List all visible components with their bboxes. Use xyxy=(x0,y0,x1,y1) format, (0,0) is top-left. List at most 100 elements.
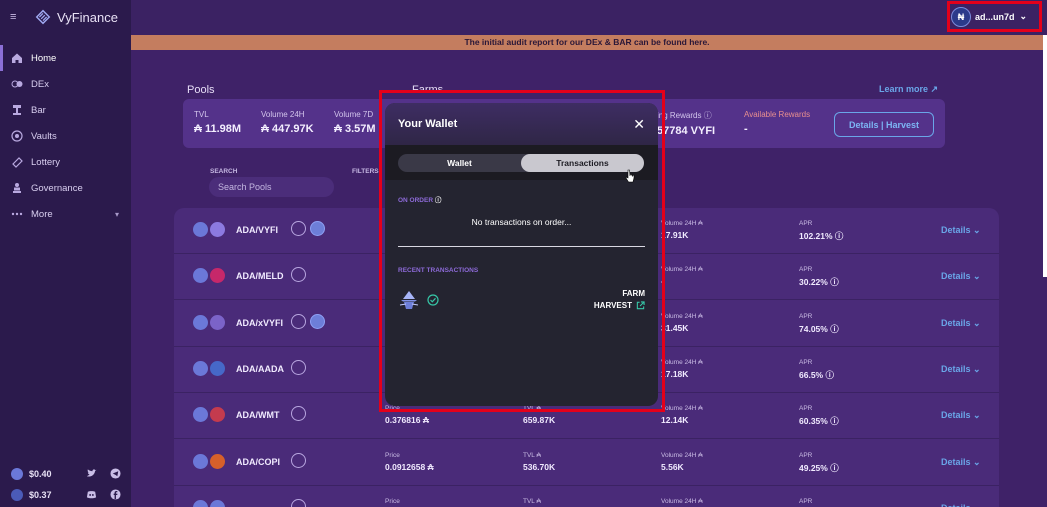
sidebar-item-lottery[interactable]: Lottery xyxy=(0,149,131,175)
volume-label: Volume 24H ₳ xyxy=(661,358,703,366)
pair-name: ADA/MELD xyxy=(236,271,284,282)
pool-badges xyxy=(291,267,306,283)
details-button[interactable]: Details ⌄ xyxy=(941,503,981,507)
more-icon xyxy=(11,212,23,216)
volume-value: 17.91K xyxy=(661,230,689,240)
scrollbar[interactable] xyxy=(1043,35,1047,277)
ada-price-row: $0.37 xyxy=(11,484,121,505)
governance-badge-icon xyxy=(291,359,306,375)
menu-toggle-icon[interactable]: ≡ xyxy=(10,11,20,23)
pair-name: ADA/WMT xyxy=(236,410,280,421)
transaction-action: HARVEST xyxy=(593,301,632,310)
sidebar-item-governance[interactable]: Governance xyxy=(0,175,131,201)
sidebar-item-bar[interactable]: Bar xyxy=(0,97,131,123)
token-icon xyxy=(210,268,225,284)
details-label: Details xyxy=(941,456,971,467)
on-order-text: ON ORDER xyxy=(398,197,434,204)
sidebar-item-label: Bar xyxy=(31,104,46,116)
details-button[interactable]: Details ⌄ xyxy=(941,318,981,329)
apr-value: 102.21% ⓘ xyxy=(799,231,844,241)
sidebar-nav: Home DEx Bar Vaults Lottery Governance M… xyxy=(0,45,131,227)
apr-value: 66.5% ⓘ xyxy=(799,369,834,380)
vyfi-price-row: $0.40 xyxy=(11,463,121,484)
governance-icon xyxy=(13,183,21,193)
details-button[interactable]: Details ⌄ xyxy=(941,364,981,375)
volume-value: 12.14K xyxy=(661,415,689,426)
modal-tabs-bar: Wallet Transactions xyxy=(385,145,658,180)
transaction-row[interactable]: FARM HARVEST xyxy=(398,286,645,314)
pool-badges xyxy=(291,498,306,507)
details-harvest-button[interactable]: Details | Harvest xyxy=(834,112,934,137)
governance-badge-icon xyxy=(291,406,306,422)
table-row[interactable]: ADA/COPI Price 0.0912658 ₳ TVL ₳ 536.70K… xyxy=(174,440,999,486)
telegram-icon[interactable] xyxy=(110,468,121,479)
sidebar-item-more[interactable]: More ▾ xyxy=(0,201,131,227)
pair-icons xyxy=(193,360,225,376)
volume-value: - xyxy=(661,276,664,287)
pair-name: ADA/VYFI xyxy=(236,225,279,235)
volume-label: Volume 24H ₳ xyxy=(661,312,703,320)
check-circle-icon xyxy=(427,294,439,306)
wallet-button[interactable]: ₦ ad...un7d ⌄ xyxy=(951,5,1037,28)
details-label: Details xyxy=(941,271,971,282)
tvl-value: 536.70K xyxy=(523,461,556,472)
pair-icons xyxy=(193,314,225,330)
vyfi-coin-icon xyxy=(11,467,23,480)
farm-wizard-badge-icon xyxy=(310,313,325,329)
volume-label: Volume 24H ₳ xyxy=(661,497,703,505)
details-button[interactable]: Details ⌄ xyxy=(941,410,981,421)
ada-token-icon xyxy=(193,360,208,376)
bar-icon xyxy=(13,105,21,115)
tvl-value: ₳ 11.98M xyxy=(194,123,242,135)
learn-more-label: Learn more xyxy=(879,84,929,94)
ada-token-icon xyxy=(193,453,208,469)
pair-name: ADA/xVYFI xyxy=(236,317,284,328)
swap-icon xyxy=(11,80,23,88)
governance-badge-icon xyxy=(291,313,306,329)
vyfi-price: $0.40 xyxy=(29,468,52,479)
apr-label: APR xyxy=(799,358,813,366)
close-icon[interactable]: ✕ xyxy=(633,116,645,133)
pool-badges xyxy=(291,313,325,329)
details-button[interactable]: Details ⌄ xyxy=(941,271,981,282)
volume-24h-stat: Volume 24H ₳ 447.97K xyxy=(261,110,314,135)
discord-icon[interactable] xyxy=(86,489,97,500)
tab-wallet[interactable]: Wallet xyxy=(398,154,521,172)
apr-value: 74.05% ⓘ xyxy=(799,323,839,334)
pending-rewards-label: ing Rewards xyxy=(657,111,702,120)
modal-header: Your Wallet ✕ xyxy=(385,103,658,145)
governance-badge-icon xyxy=(291,452,306,468)
governance-badge-icon xyxy=(291,267,306,283)
ada-price: $0.37 xyxy=(29,489,52,500)
apr-label: APR xyxy=(799,220,813,227)
learn-more-link[interactable]: Learn more ↗ xyxy=(879,84,938,95)
brand-name: VyFinance xyxy=(57,9,118,25)
audit-banner[interactable]: The initial audit report for our DEx & B… xyxy=(131,35,1043,50)
table-row[interactable]: Price TVL ₳ Volume 24H ₳ APR Details ⌄ xyxy=(174,486,999,507)
chevron-down-icon: ▾ xyxy=(114,209,119,219)
price-value: 0.0912658 ₳ xyxy=(385,461,434,472)
ada-coin-icon xyxy=(11,488,23,501)
pool-badges xyxy=(291,406,306,422)
sidebar-item-home[interactable]: Home xyxy=(0,45,131,71)
sidebar-item-dex[interactable]: DEx xyxy=(0,71,131,97)
ada-token-icon xyxy=(193,268,208,284)
recent-transactions-label: RECENT TRANSACTIONS xyxy=(398,267,479,274)
token-icon xyxy=(210,499,225,507)
token-icon xyxy=(210,407,225,423)
external-link-icon[interactable] xyxy=(636,301,645,310)
search-input[interactable] xyxy=(209,177,334,197)
sidebar-item-vaults[interactable]: Vaults xyxy=(0,123,131,149)
ada-token-icon xyxy=(193,499,208,507)
price-label: Price xyxy=(385,497,400,505)
twitter-icon[interactable] xyxy=(86,468,97,479)
token-icon xyxy=(210,314,225,330)
wallet-address: ad...un7d xyxy=(975,11,1015,22)
sidebar-item-label: Lottery xyxy=(31,156,61,168)
token-icon xyxy=(210,360,225,376)
details-button[interactable]: Details ⌄ xyxy=(941,225,981,236)
facebook-icon[interactable] xyxy=(110,489,121,500)
details-button[interactable]: Details ⌄ xyxy=(941,457,981,468)
volume-label: Volume 24H ₳ xyxy=(661,405,703,413)
apr-label: APR xyxy=(799,312,813,320)
